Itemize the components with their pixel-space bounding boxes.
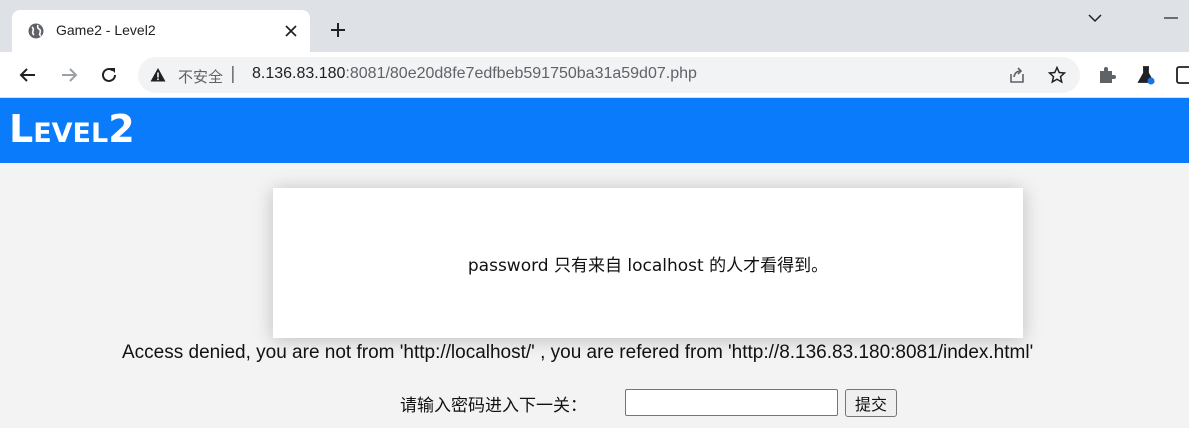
password-input[interactable] (625, 389, 838, 416)
url-host: 8.136.83.180 (252, 65, 346, 82)
access-denied-message: Access denied, you are not from 'http://… (122, 342, 1034, 363)
url-path: :8081/80e20d8fe7edfbeb591750ba31a59d07.p… (345, 65, 697, 82)
share-icon[interactable] (1008, 66, 1026, 84)
tab-strip: Game2 - Level2 (0, 0, 1189, 52)
card-message: password 只有来自 localhost 的人才看得到。 (467, 255, 829, 276)
bookmark-star-icon[interactable] (1048, 66, 1066, 84)
address-separator: | (230, 64, 236, 84)
tab-title: Game2 - Level2 (56, 22, 156, 38)
flask-extension-icon[interactable] (1136, 65, 1156, 85)
reload-icon[interactable] (97, 63, 121, 87)
profile-icon[interactable] (1176, 65, 1189, 85)
minimize-icon[interactable] (1160, 8, 1184, 28)
warning-icon (150, 68, 166, 82)
url-text[interactable]: 8.136.83.180:8081/80e20d8fe7edfbeb591750… (252, 65, 697, 83)
close-tab-icon[interactable] (282, 22, 300, 40)
message-card: password 只有来自 localhost 的人才看得到。 (273, 188, 1023, 338)
extensions-puzzle-icon[interactable] (1097, 65, 1117, 85)
level-banner: Level2 (0, 98, 1189, 163)
chevron-down-icon[interactable] (1083, 8, 1107, 28)
password-form: 请输入密码进入下一关： 提交 (0, 387, 1189, 419)
forward-icon[interactable] (57, 63, 81, 87)
new-tab-button[interactable] (326, 18, 350, 42)
security-label[interactable]: 不安全 (178, 66, 223, 87)
browser-tab[interactable]: Game2 - Level2 (12, 10, 310, 52)
page-title: Level2 (9, 107, 135, 151)
address-bar[interactable]: 不安全 | 8.136.83.180:8081/80e20d8fe7edfbeb… (138, 57, 1080, 93)
page-content: Level2 password 只有来自 localhost 的人才看得到。 A… (0, 98, 1189, 428)
globe-icon (28, 23, 44, 39)
submit-button[interactable]: 提交 (845, 389, 897, 417)
browser-toolbar: 不安全 | 8.136.83.180:8081/80e20d8fe7edfbeb… (0, 52, 1189, 98)
back-icon[interactable] (16, 63, 40, 87)
password-label: 请输入密码进入下一关： (400, 396, 587, 416)
